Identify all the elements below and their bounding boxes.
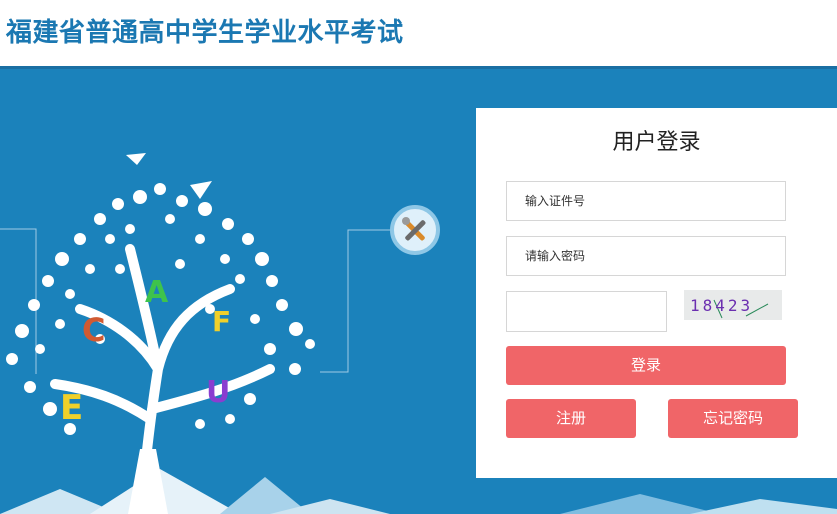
bird-shape xyxy=(190,181,212,199)
bird-shape xyxy=(126,153,146,165)
letter-f: F xyxy=(212,305,231,338)
header: 福建省普通高中学生学业水平考试 xyxy=(0,0,837,67)
password-field[interactable] xyxy=(506,236,786,276)
captcha-graphic: 18423 xyxy=(690,296,769,319)
letter-a: A xyxy=(145,275,169,310)
letter-c: C xyxy=(82,311,105,349)
captcha-input[interactable] xyxy=(507,292,670,333)
letter-e: E xyxy=(60,388,83,428)
login-panel: 用户登录 18423 登录 注册 忘记密码 xyxy=(476,108,837,478)
tools-icon-glyph xyxy=(402,217,426,241)
register-button[interactable]: 注册 xyxy=(506,399,636,438)
login-title: 用户登录 xyxy=(612,130,701,155)
tools-icon[interactable] xyxy=(390,205,440,255)
mountain-shape xyxy=(690,499,837,514)
forgot-password-button[interactable]: 忘记密码 xyxy=(668,399,798,438)
captcha-field[interactable] xyxy=(506,291,670,333)
tree-trunk-base xyxy=(128,449,168,514)
password-input[interactable] xyxy=(507,237,785,275)
mountain-shape xyxy=(560,494,720,514)
letter-u: U xyxy=(206,375,230,410)
connector-line xyxy=(320,229,392,373)
site-title: 福建省普通高中学生学业水平考试 xyxy=(6,18,404,48)
id-field[interactable] xyxy=(506,181,786,221)
captcha-text: 18423 xyxy=(690,296,753,315)
id-input[interactable] xyxy=(507,182,785,220)
login-button[interactable]: 登录 xyxy=(506,346,786,385)
captcha-image[interactable]: 18423 xyxy=(684,290,782,320)
